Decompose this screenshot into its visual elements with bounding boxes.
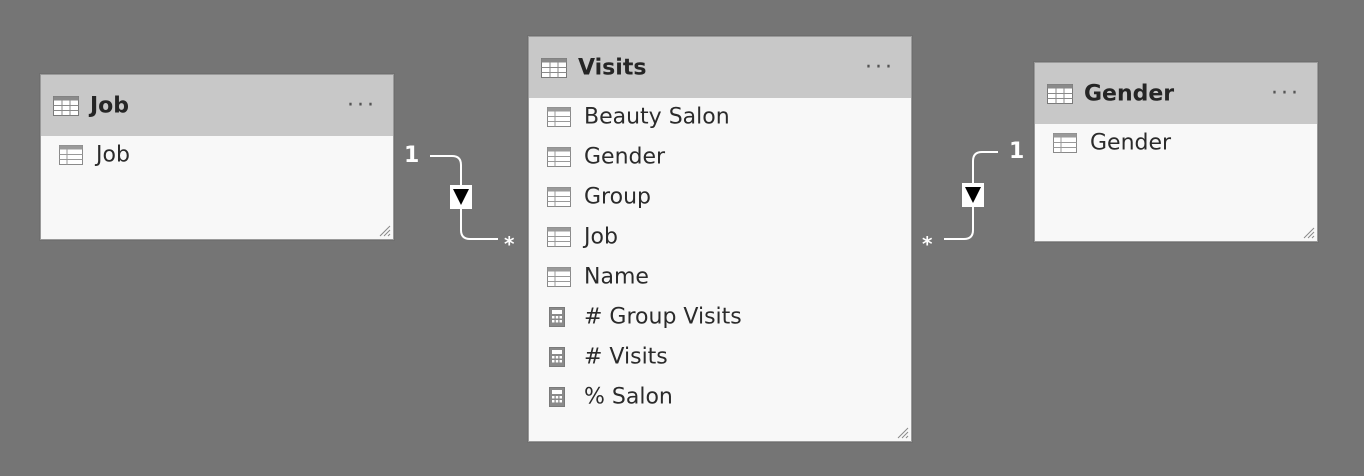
field-label: Group <box>584 184 651 210</box>
table-header[interactable]: Visits ··· <box>529 37 911 98</box>
measure-icon <box>549 307 565 327</box>
field-label: # Group Visits <box>584 304 742 330</box>
field-label: Name <box>584 264 649 290</box>
field-row[interactable]: Job <box>41 135 393 175</box>
field-row[interactable]: Group <box>529 177 911 217</box>
resize-handle-icon[interactable] <box>897 427 909 439</box>
field-row[interactable]: # Visits <box>529 337 911 377</box>
table-icon <box>1047 83 1073 104</box>
field-row[interactable]: Job <box>529 217 911 257</box>
table-card-job[interactable]: Job ··· Job <box>40 74 394 240</box>
field-row[interactable]: % Salon <box>529 377 911 417</box>
measure-icon <box>549 387 565 407</box>
table-title: Job <box>90 93 130 118</box>
filter-direction-arrow-icon[interactable] <box>450 185 472 209</box>
field-row[interactable]: Gender <box>529 137 911 177</box>
resize-handle-icon[interactable] <box>1303 227 1315 239</box>
field-label: Gender <box>1090 130 1172 156</box>
field-label: Job <box>584 224 618 250</box>
table-header[interactable]: Gender ··· <box>1035 63 1317 124</box>
more-options-button[interactable]: ··· <box>1271 82 1301 105</box>
cardinality-many-label: * <box>922 232 933 256</box>
measure-icon <box>549 347 565 367</box>
more-options-button[interactable]: ··· <box>865 56 895 79</box>
cardinality-one-label: 1 <box>1009 139 1025 164</box>
field-label: Job <box>96 142 130 168</box>
table-icon <box>541 57 567 78</box>
table-header[interactable]: Job ··· <box>41 75 393 136</box>
column-icon <box>1053 133 1077 153</box>
column-icon <box>547 107 571 127</box>
field-row[interactable]: Name <box>529 257 911 297</box>
field-row[interactable]: # Group Visits <box>529 297 911 337</box>
field-label: # Visits <box>584 344 668 370</box>
column-icon <box>59 145 83 165</box>
column-icon <box>547 267 571 287</box>
table-title: Gender <box>1084 81 1175 106</box>
field-row[interactable]: Gender <box>1035 123 1317 163</box>
relationship-job-visits[interactable] <box>430 155 498 240</box>
table-title: Visits <box>578 55 647 80</box>
field-label: % Salon <box>584 384 673 410</box>
table-card-gender[interactable]: Gender ··· Gender <box>1034 62 1318 242</box>
field-row[interactable]: Beauty Salon <box>529 97 911 137</box>
column-icon <box>547 187 571 207</box>
filter-direction-arrow-icon[interactable] <box>962 183 984 207</box>
field-label: Beauty Salon <box>584 104 730 130</box>
column-icon <box>547 147 571 167</box>
table-card-visits[interactable]: Visits ··· Beauty Salon Gender Group Job… <box>528 36 912 442</box>
cardinality-many-label: * <box>504 232 515 256</box>
more-options-button[interactable]: ··· <box>347 94 377 117</box>
relationship-gender-visits[interactable] <box>944 151 998 240</box>
cardinality-one-label: 1 <box>404 143 420 168</box>
resize-handle-icon[interactable] <box>379 225 391 237</box>
field-label: Gender <box>584 144 666 170</box>
table-icon <box>53 95 79 116</box>
column-icon <box>547 227 571 247</box>
